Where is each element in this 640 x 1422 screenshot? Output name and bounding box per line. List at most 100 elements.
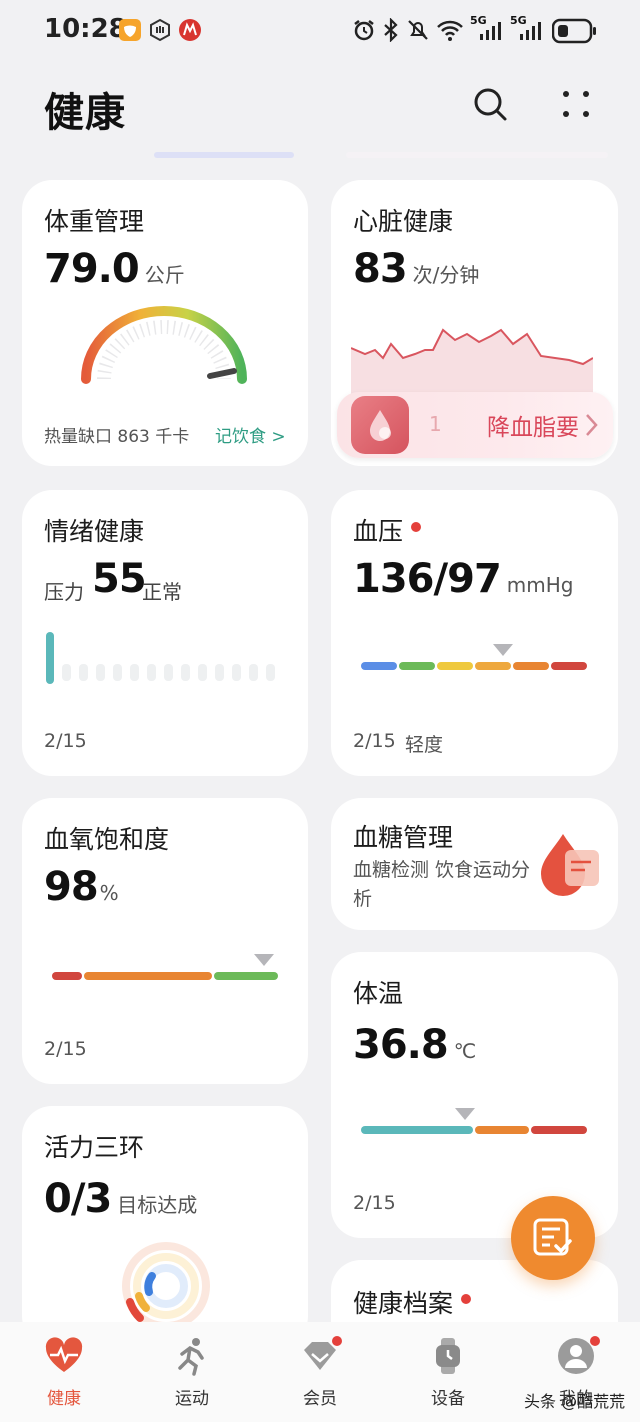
blood-sugar-icon [541,834,599,896]
member-badge-dot [332,1336,342,1346]
alarm-icon [354,20,374,41]
running-icon [178,1338,204,1376]
nav-tab-exercise[interactable]: 运动 [128,1322,256,1422]
heart-value-row: 83 次/分钟 [353,246,479,292]
nav-label: 设备 [431,1389,465,1409]
watch-icon [436,1338,460,1374]
temp-value: 36.8 [353,1022,449,1068]
promo-partial-text: 1 [429,412,442,436]
bp-title: 血压 [353,517,404,546]
checklist-icon [533,1218,572,1256]
promo-banner[interactable]: 1 降血脂要 [337,392,613,458]
mood-card[interactable]: 情绪健康 压力 55 正常 2/15 [22,490,308,776]
blood-drop-badge [351,396,409,454]
watermark-text: 头条 @酷荒荒 [524,1392,626,1411]
bp-range-segment [475,662,511,670]
bp-range-segment [551,662,587,670]
stress-tick [79,664,88,681]
activity-value-row: 0/3 目标达成 [44,1176,197,1222]
glucose-title: 血糖管理 [353,823,454,852]
bp-range-segment [437,662,473,670]
weight-value-row: 79.0 公斤 [44,246,185,292]
more-options-icon[interactable] [556,84,596,124]
temp-level-marker [455,1108,475,1120]
nav-tab-health[interactable]: 健康 [0,1322,128,1422]
bp-unit: mmHg [506,573,574,597]
stress-tick [249,664,258,681]
spo2-title: 血氧饱和度 [44,825,170,854]
spo2-date: 2/15 [44,1038,87,1060]
scroll-peek-right [346,152,608,158]
hand-app-icon [150,18,170,42]
nav-label: 健康 [47,1389,81,1409]
nav-label: 会员 [303,1389,337,1409]
search-icon[interactable] [470,84,510,124]
records-alert-dot [461,1294,472,1304]
stress-level-bar [46,632,54,684]
page-title: 健康 [44,90,126,136]
stress-status: 正常 [142,580,182,604]
stress-tick [147,664,156,681]
nav-tab-member[interactable]: 会员 [256,1322,384,1422]
temp-range-segment [475,1126,529,1134]
bp-range-segment [361,662,397,670]
scroll-peek-left [154,152,294,158]
temp-range-segment [531,1126,587,1134]
weight-value: 79.0 [44,246,140,292]
record-fab-button[interactable] [511,1196,595,1280]
activity-rings-card[interactable]: 活力三环 0/3 目标达成 [22,1106,308,1346]
bp-value-row: 136/97 mmHg [353,556,573,602]
glucose-card[interactable]: 血糖管理 血糖检测 饮食运动分析 [331,798,618,930]
wifi-icon [437,20,463,41]
stress-tick [215,664,224,681]
nav-tab-devices[interactable]: 设备 [384,1322,512,1422]
stress-tick [266,664,275,681]
spo2-card[interactable]: 血氧饱和度 98% 2/15 [22,798,308,1084]
calorie-gap-text: 热量缺口 863 千卡 [44,427,190,447]
spo2-unit: % [99,881,119,905]
temp-title: 体温 [353,979,404,1008]
app-bar: 健康 [0,62,640,152]
records-title: 健康档案 [353,1289,454,1318]
temp-unit: ℃ [453,1039,477,1063]
temp-range-segment [361,1126,473,1134]
temp-value-row: 36.8 ℃ [353,1022,476,1068]
activity-value: 0/3 [44,1176,112,1222]
heart-card[interactable]: 心脏健康 83 次/分钟 1 降血脂要 [331,180,618,466]
bp-alert-dot [411,522,422,532]
records-title-row: 健康档案 [353,1284,472,1320]
stress-tick [96,664,105,681]
shield-app-icon [119,19,141,41]
stress-value: 55 [92,556,147,602]
signal-icon-2 [520,22,541,40]
signal-icon-1 [480,22,501,40]
bluetooth-icon [384,18,398,42]
chevron-right-icon [586,414,598,436]
promo-text: 降血脂要 [487,415,579,441]
stress-tick [164,664,173,681]
weight-card[interactable]: 体重管理 79.0 公斤 热量缺口 863 千卡 记饮食 > [22,180,308,466]
heart-title: 心脏健康 [353,207,454,236]
spo2-level-marker [254,954,274,966]
stress-tick [62,664,71,681]
bp-date: 2/15 [353,730,396,752]
mood-title: 情绪健康 [44,517,145,546]
activity-unit: 目标达成 [117,1193,198,1217]
temperature-card[interactable]: 体温 36.8 ℃ 2/15 [331,952,618,1238]
me-badge-dot [590,1336,600,1346]
temp-date: 2/15 [353,1192,396,1214]
mute-icon [408,20,428,40]
blood-pressure-card[interactable]: 血压 136/97 mmHg 2/15 轻度 [331,490,618,776]
heart-rate-sparkline [351,328,593,400]
glucose-desc: 血糖检测 饮食运动分析 [353,859,531,910]
status-time: 10:28 [44,14,127,44]
spo2-range-segment [214,972,278,980]
stress-tick [232,664,241,681]
log-diet-link[interactable]: 记饮食 > [215,422,286,447]
bp-level-marker [493,644,513,656]
heart-unit: 次/分钟 [412,263,480,287]
bp-range-segment [513,662,549,670]
metro-app-icon [179,19,201,41]
heart-value: 83 [353,246,408,292]
stress-label: 压力 [44,580,84,604]
